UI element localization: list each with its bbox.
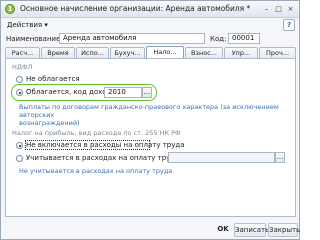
- save-button[interactable]: Записать: [234, 223, 269, 237]
- ndfl-income-description: Выплаты по договорам гражданско-правовог…: [19, 103, 279, 127]
- profit-tax-section-title: Налог на прибыль, вид расхода по ст. 255…: [12, 129, 181, 137]
- not-included-radio[interactable]: [16, 142, 23, 149]
- dialog-buttons: OK Записать Закрыть: [1, 221, 300, 240]
- close-button[interactable]: Закрыть: [268, 223, 300, 237]
- expense-type-input[interactable]: [168, 152, 275, 163]
- ndfl-section-title: НДФЛ: [12, 63, 33, 71]
- ok-button[interactable]: OK: [214, 223, 232, 237]
- included-radio[interactable]: [16, 155, 23, 162]
- title-bar[interactable]: 1 Основное начисление организации: Аренд…: [1, 1, 299, 18]
- ndfl-not-taxed-radio[interactable]: [16, 76, 23, 83]
- profit-tax-note: Не учитывается в расходах на оплату труд…: [19, 167, 173, 175]
- maximize-icon[interactable]: □: [273, 4, 284, 14]
- name-input[interactable]: Аренда автомобиля: [59, 33, 205, 44]
- window-title: Основное начисление организации: Аренда …: [20, 4, 251, 13]
- name-label: Наименование:: [6, 35, 63, 43]
- code-input[interactable]: 00001: [228, 33, 260, 44]
- not-included-label: Не включается в расходы на оплату труда: [26, 141, 185, 149]
- app-logo-icon: 1: [5, 4, 15, 14]
- income-code-input[interactable]: 2010: [104, 87, 142, 98]
- ndfl-not-taxed-label: Не облагается: [26, 75, 80, 83]
- code-label: Код:: [210, 35, 227, 43]
- toolbar: Действия ▾ ?: [1, 18, 299, 32]
- ndfl-taxed-radio[interactable]: [16, 89, 23, 96]
- close-icon[interactable]: ×: [285, 4, 296, 14]
- income-code-select-button[interactable]: ...: [142, 87, 152, 98]
- help-icon[interactable]: ?: [283, 19, 295, 31]
- expense-type-select-button[interactable]: ...: [275, 152, 285, 163]
- actions-menu-button[interactable]: Действия ▾: [4, 19, 51, 31]
- minimize-icon[interactable]: –: [261, 4, 272, 14]
- dialog-window: 1 Основное начисление организации: Аренд…: [0, 0, 300, 240]
